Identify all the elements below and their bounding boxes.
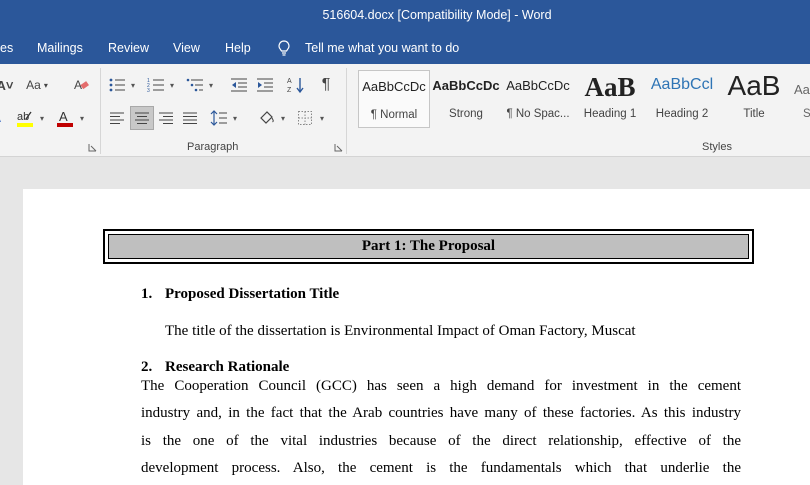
justify-icon[interactable]: [179, 107, 201, 129]
tab-review[interactable]: Review: [108, 41, 149, 55]
style-name: ¶ Normal: [370, 109, 418, 121]
title-bar: 516604.docx [Compatibility Mode] - Word: [0, 0, 810, 33]
heading-box: Part 1: The Proposal: [103, 229, 754, 264]
svg-text:A: A: [59, 109, 68, 124]
window-title: 516604.docx [Compatibility Mode] - Word: [322, 8, 552, 22]
style-sample: AaB: [727, 70, 781, 101]
show-paragraph-marks-icon[interactable]: ¶: [315, 74, 337, 96]
font-color-icon[interactable]: A: [54, 107, 76, 129]
borders-dropdown-icon[interactable]: ▾: [320, 114, 324, 123]
style-name: Heading 1: [583, 108, 637, 120]
lightbulb-icon[interactable]: [278, 40, 290, 57]
style-name: S: [803, 108, 810, 120]
group-separator: [100, 68, 101, 154]
style-name: Heading 2: [655, 108, 709, 120]
increase-indent-icon[interactable]: [254, 74, 276, 96]
style-name: ¶ No Spac...: [506, 108, 570, 120]
sort-icon[interactable]: AZ: [285, 74, 307, 96]
styles-group-label: Styles: [702, 141, 732, 153]
section-1-number: 1.: [141, 286, 153, 302]
tab-references[interactable]: es: [0, 41, 13, 55]
section-2-number: 2.: [141, 359, 153, 375]
paragraph-group-label: Paragraph: [187, 141, 239, 153]
change-case-button[interactable]: Aa ▾: [24, 74, 50, 96]
multilevel-list-icon[interactable]: [184, 74, 206, 96]
style-normal[interactable]: AaBbCcDc ¶ Normal: [358, 70, 430, 128]
style-heading-1[interactable]: AaB Heading 1: [574, 70, 646, 128]
section-2-title: Research Rationale: [165, 359, 290, 375]
tab-help[interactable]: Help: [225, 41, 251, 55]
borders-icon[interactable]: [294, 107, 316, 129]
font-color-dropdown-icon[interactable]: ▾: [80, 114, 84, 123]
heading-text: Part 1: The Proposal: [108, 234, 749, 259]
rationale-line: industry and, in the fact that the Arab …: [141, 405, 741, 421]
multilevel-dropdown-icon[interactable]: ▾: [209, 81, 213, 90]
bullets-dropdown-icon[interactable]: ▾: [131, 81, 135, 90]
style-sample: AaBbCcDc: [362, 79, 426, 94]
document-canvas[interactable]: Part 1: The Proposal 1. Proposed Dissert…: [0, 158, 810, 485]
shading-dropdown-icon[interactable]: ▾: [281, 114, 285, 123]
font-dialog-launcher-icon[interactable]: [88, 143, 97, 152]
ribbon-tab-bar: es Mailings Review View Help Tell me wha…: [0, 33, 810, 64]
style-sample: Aa: [794, 82, 810, 97]
style-strong[interactable]: AaBbCcDc Strong: [430, 70, 502, 128]
style-name: Title: [743, 108, 765, 120]
clear-formatting-icon[interactable]: A: [70, 74, 92, 96]
svg-text:A: A: [0, 111, 1, 125]
style-subtitle[interactable]: Aa S: [790, 70, 810, 128]
bullets-icon[interactable]: [106, 74, 128, 96]
line-spacing-dropdown-icon[interactable]: ▾: [233, 114, 237, 123]
tab-view[interactable]: View: [173, 41, 200, 55]
dissertation-title-sentence: The title of the dissertation is Environ…: [165, 323, 636, 339]
tell-me-search[interactable]: Tell me what you want to do: [305, 41, 459, 55]
line-spacing-icon[interactable]: [208, 107, 230, 129]
group-separator: [346, 68, 347, 154]
rationale-line: development process. Also, the cement is…: [141, 460, 741, 476]
paragraph-dialog-launcher-icon[interactable]: [334, 143, 343, 152]
style-sample: AaBbCcl: [650, 76, 714, 93]
style-sample: AaB: [584, 72, 636, 102]
rationale-line: is the one of the vital industries becau…: [141, 433, 741, 449]
shrink-font-icon[interactable]: A˅: [0, 74, 16, 96]
document-page[interactable]: Part 1: The Proposal 1. Proposed Dissert…: [23, 189, 810, 485]
style-name: Strong: [449, 108, 483, 120]
style-sample: AaBbCcDc: [506, 78, 570, 93]
align-right-icon[interactable]: [155, 107, 177, 129]
section-1-title: Proposed Dissertation Title: [165, 286, 340, 302]
numbering-icon[interactable]: 123: [145, 74, 167, 96]
shading-icon[interactable]: [255, 107, 277, 129]
align-left-icon[interactable]: [106, 107, 128, 129]
ribbon: A˅ Aa▾ A A ab ▾ A ▾ ▾ 123 ▾: [0, 64, 810, 157]
style-heading-2[interactable]: AaBbCcl Heading 2: [646, 70, 718, 128]
svg-text:Z: Z: [287, 87, 292, 94]
highlight-dropdown-icon[interactable]: ▾: [40, 114, 44, 123]
change-case-label: Aa: [26, 78, 41, 92]
decrease-indent-icon[interactable]: [228, 74, 250, 96]
style-sample: AaBbCcDc: [432, 78, 500, 93]
svg-text:3: 3: [147, 88, 150, 93]
numbering-dropdown-icon[interactable]: ▾: [170, 81, 174, 90]
style-title[interactable]: AaB Title: [718, 70, 790, 128]
rationale-line: The Cooperation Council (GCC) has seen a…: [141, 378, 741, 394]
align-center-icon[interactable]: [130, 106, 154, 130]
text-highlight-color-icon[interactable]: ab: [14, 107, 36, 129]
tab-mailings[interactable]: Mailings: [37, 41, 83, 55]
text-effects-icon[interactable]: A: [0, 107, 10, 129]
svg-text:A: A: [287, 78, 292, 85]
style-no-spacing[interactable]: AaBbCcDc ¶ No Spac...: [502, 70, 574, 128]
